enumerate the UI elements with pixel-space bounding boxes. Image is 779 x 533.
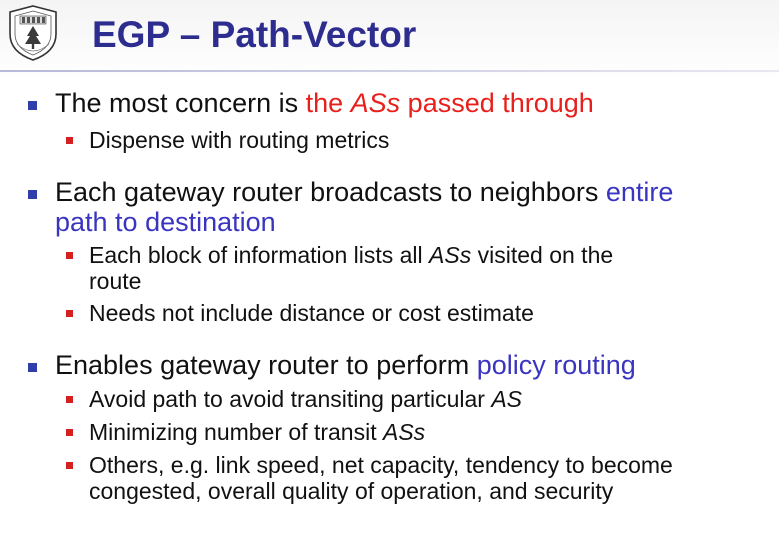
sub-bullet-marker (66, 137, 73, 144)
main-bullet-marker (28, 363, 37, 372)
sub-bullet-marker (66, 252, 73, 259)
highlight-text: the ASs passed through (305, 88, 594, 118)
sub-bullet-marker (66, 396, 73, 403)
sub-bullet-marker (66, 310, 73, 317)
title-divider (0, 70, 779, 72)
university-emblem-icon (6, 4, 60, 62)
main-bullet-marker (28, 190, 37, 199)
slide-title: EGP – Path-Vector (92, 14, 417, 55)
main-bullet-text: Enables gateway router to perform policy… (55, 350, 636, 380)
sub-bullet-marker (66, 462, 73, 469)
main-bullet-marker (28, 101, 37, 110)
sub-bullet-marker (66, 429, 73, 436)
main-bullet-text: Each gateway router broadcasts to neighb… (55, 177, 674, 207)
main-bullet-text: The most concern is the ASs passed throu… (55, 88, 594, 118)
